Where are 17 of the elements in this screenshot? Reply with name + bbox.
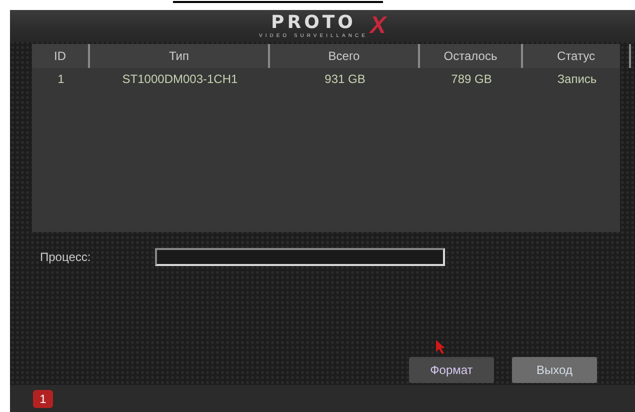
column-header: ID	[32, 44, 90, 68]
alert-badge[interactable]: 1	[33, 390, 53, 408]
table-cell-text: 1	[56, 71, 66, 88]
cursor-icon	[435, 339, 447, 355]
table-cell-text: 789 GB	[450, 71, 493, 88]
action-button[interactable]: Выход	[512, 357, 597, 383]
column-header: Всего	[270, 44, 420, 68]
table-cell-text: 931 GB	[324, 71, 366, 88]
process-label: Процесс:	[40, 250, 91, 264]
action-button[interactable]: Формат	[409, 357, 494, 383]
logo-text: PROTO	[271, 12, 356, 32]
column-header: Статус	[523, 44, 631, 68]
column-header: Тип	[90, 44, 270, 68]
table-cell-text: ST1000DM003-1CH1	[121, 71, 239, 88]
logo-mark: X	[370, 12, 386, 40]
table-cell-text: Запись	[556, 71, 598, 88]
column-header: Осталось	[420, 44, 523, 68]
